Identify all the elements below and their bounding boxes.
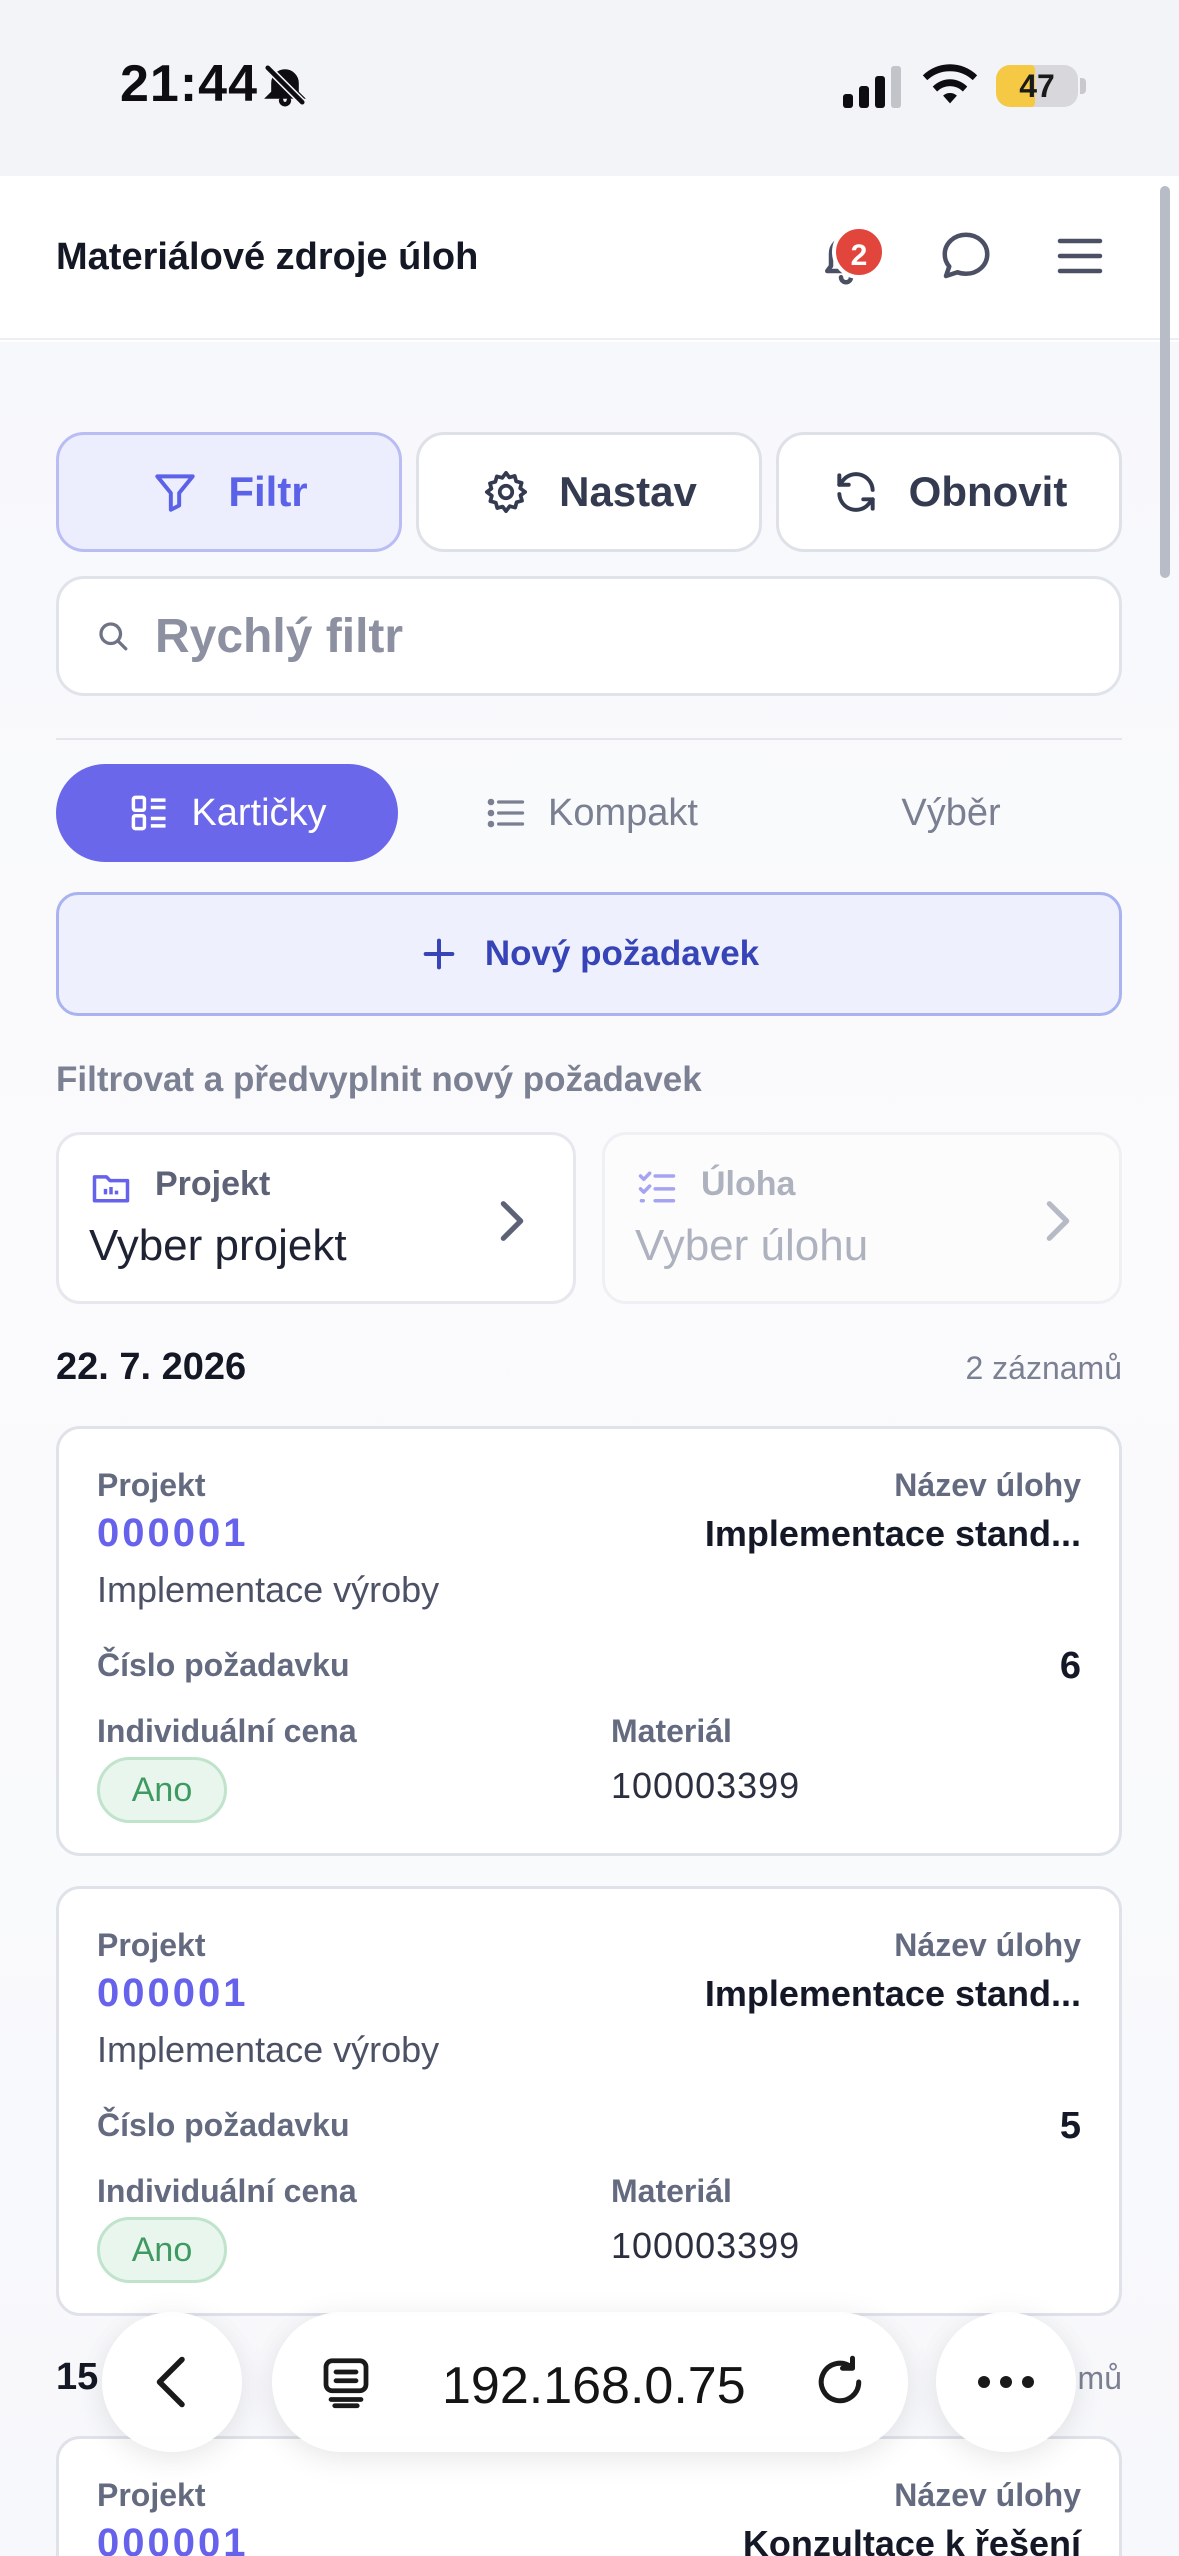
status-time: 21:44 bbox=[120, 55, 258, 113]
project-picker-value: Vyber projekt bbox=[89, 1221, 347, 1270]
tab-compact[interactable]: Kompakt bbox=[420, 764, 762, 862]
task-name: Konzultace k řešení bbox=[742, 2523, 1081, 2556]
prefill-section-label: Filtrovat a předvyplnit nový požadavek bbox=[56, 1060, 702, 1099]
folder-icon bbox=[92, 1175, 130, 1203]
funnel-icon bbox=[155, 474, 196, 512]
battery-cap bbox=[1080, 78, 1086, 94]
divider bbox=[56, 738, 1122, 740]
task-label: Název úlohy bbox=[894, 1467, 1081, 1503]
material-label: Materiál bbox=[611, 1713, 732, 1749]
project-picker-label: Projekt bbox=[155, 1165, 271, 1203]
new-request-label: Nový požadavek bbox=[484, 934, 760, 973]
task-name: Implementace stand... bbox=[704, 1513, 1081, 1554]
more-button[interactable] bbox=[936, 2312, 1076, 2452]
project-name: Implementace výroby bbox=[97, 2029, 440, 2070]
project-code[interactable]: 000001 bbox=[97, 1511, 248, 1556]
project-name: Implementace výroby bbox=[97, 1569, 440, 1610]
quick-filter-input[interactable] bbox=[155, 608, 1055, 664]
search-icon bbox=[99, 622, 128, 651]
plus-icon bbox=[423, 938, 455, 970]
task-picker-value: Vyber úlohu bbox=[635, 1221, 869, 1270]
tab-selection-label: Výběr bbox=[901, 791, 1001, 834]
back-button[interactable] bbox=[102, 2312, 242, 2452]
group-date: 22. 7. 2026 bbox=[56, 1346, 247, 1388]
request-number-label: Číslo požadavku bbox=[97, 1647, 350, 1683]
tab-selection[interactable]: Výběr bbox=[780, 764, 1122, 862]
tab-cards-label: Kartičky bbox=[191, 791, 327, 834]
project-code[interactable]: 000001 bbox=[97, 1971, 248, 2016]
request-card[interactable]: Projekt Název úlohy 000001 Konzultace k … bbox=[56, 2436, 1122, 2556]
signal-icon bbox=[843, 66, 901, 108]
quick-filter-box[interactable] bbox=[56, 576, 1122, 696]
notification-count-badge: 2 bbox=[832, 225, 886, 279]
request-number: 5 bbox=[1059, 2105, 1081, 2147]
chevron-right-icon bbox=[500, 1201, 524, 1241]
url-text: 192.168.0.75 bbox=[442, 2357, 746, 2415]
task-picker-label: Úloha bbox=[701, 1165, 796, 1203]
chat-icon[interactable] bbox=[936, 226, 996, 286]
more-dots-icon bbox=[978, 2376, 1034, 2388]
group-record-count: mů bbox=[1077, 2360, 1122, 2396]
page-title: Materiálové zdroje úloh bbox=[56, 236, 479, 278]
individual-price-label: Individuální cena bbox=[97, 2173, 357, 2209]
filter-label: Filtr bbox=[228, 468, 308, 515]
project-label: Projekt bbox=[97, 1927, 206, 1963]
refresh-label: Obnovit bbox=[908, 468, 1068, 515]
refresh-button[interactable]: Obnovit bbox=[776, 432, 1122, 552]
battery-indicator: 47 bbox=[996, 65, 1078, 107]
filter-button[interactable]: Filtr bbox=[56, 432, 402, 552]
scrollbar[interactable] bbox=[1160, 186, 1170, 578]
cards-view-icon bbox=[132, 795, 166, 831]
wifi-icon bbox=[922, 64, 978, 104]
bell-off-icon bbox=[263, 63, 307, 107]
gear-icon bbox=[485, 470, 528, 514]
task-label: Název úlohy bbox=[894, 1927, 1081, 1963]
task-picker[interactable]: Úloha Vyber úlohu bbox=[602, 1132, 1122, 1304]
request-number-label: Číslo požadavku bbox=[97, 2107, 350, 2143]
tabs-icon bbox=[323, 2358, 369, 2409]
request-number: 6 bbox=[1059, 1645, 1081, 1687]
menu-icon[interactable] bbox=[1050, 226, 1110, 286]
individual-price-badge: Ano bbox=[97, 1757, 227, 1823]
settings-label: Nastav bbox=[559, 468, 697, 515]
tab-cards[interactable]: Kartičky bbox=[56, 764, 398, 862]
individual-price-badge: Ano bbox=[97, 2217, 227, 2283]
new-request-button[interactable]: Nový požadavek bbox=[56, 892, 1122, 1016]
individual-price-label: Individuální cena bbox=[97, 1713, 357, 1749]
reload-icon[interactable] bbox=[810, 2352, 870, 2412]
project-label: Projekt bbox=[97, 1467, 206, 1503]
battery-percent: 47 bbox=[1019, 68, 1055, 104]
request-card[interactable]: Projekt Název úlohy 000001 Implementace … bbox=[56, 1426, 1122, 1856]
project-label: Projekt bbox=[97, 2477, 206, 2513]
chevron-left-icon bbox=[156, 2356, 185, 2408]
status-bar: 21:44 47 bbox=[0, 0, 1179, 176]
task-name: Implementace stand... bbox=[704, 1973, 1081, 2014]
tab-compact-label: Kompakt bbox=[548, 791, 698, 834]
project-code[interactable]: 000001 bbox=[97, 2521, 248, 2556]
list-icon bbox=[487, 798, 525, 828]
project-picker[interactable]: Projekt Vyber projekt bbox=[56, 1132, 576, 1304]
chevron-right-icon bbox=[1046, 1201, 1070, 1241]
material-value: 100003399 bbox=[611, 1765, 801, 1806]
request-card[interactable]: Projekt Název úlohy 000001 Implementace … bbox=[56, 1886, 1122, 2316]
material-value: 100003399 bbox=[611, 2225, 801, 2266]
address-bar[interactable]: 192.168.0.75 bbox=[272, 2312, 908, 2452]
checklist-icon bbox=[638, 1171, 676, 1203]
group-record-count: 2 záznamů bbox=[965, 1350, 1122, 1386]
settings-button[interactable]: Nastav bbox=[416, 432, 762, 552]
task-label: Název úlohy bbox=[894, 2477, 1081, 2513]
refresh-icon bbox=[837, 472, 875, 512]
group-date: 15 bbox=[56, 2356, 99, 2398]
material-label: Materiál bbox=[611, 2173, 732, 2209]
app-header: Materiálové zdroje úloh bbox=[0, 176, 1179, 340]
